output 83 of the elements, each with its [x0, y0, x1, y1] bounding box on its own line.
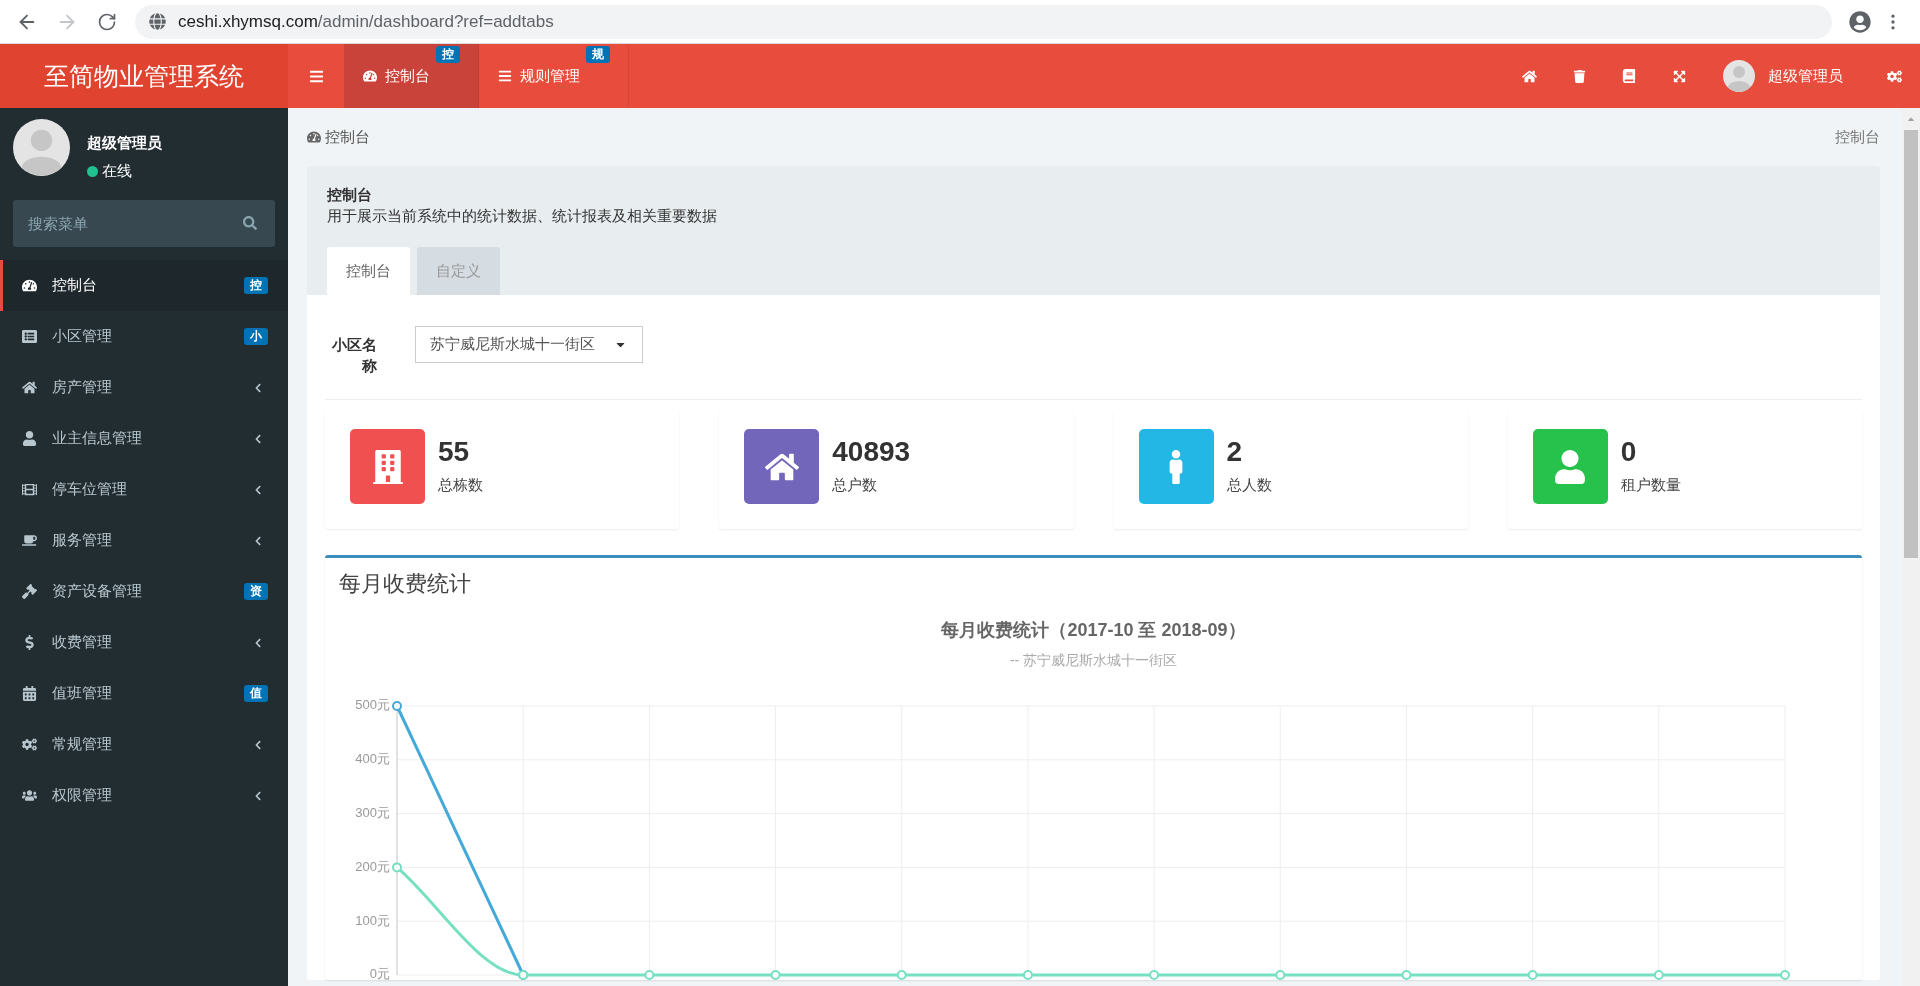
profile-icon[interactable]	[1849, 10, 1871, 33]
page-title: 控制台	[325, 127, 370, 147]
data-point	[392, 862, 402, 873]
reload-icon[interactable]	[97, 11, 117, 32]
book-icon	[1622, 69, 1636, 83]
list-icon	[22, 329, 37, 344]
app-logo-title: 至简物业管理系统	[0, 44, 288, 108]
filter-label: 小区名称	[331, 335, 377, 376]
menu-badge: 小	[244, 328, 268, 345]
avatar-icon	[13, 119, 70, 176]
chevron-icon	[253, 637, 263, 648]
chart-subtitle: -- 苏宁威尼斯水城十一街区	[1009, 652, 1178, 668]
tab-badge: 控	[436, 46, 460, 63]
menu-icon	[308, 68, 324, 84]
users-icon	[22, 788, 37, 803]
y-tick-label: 200元	[355, 858, 390, 874]
globe-icon	[149, 13, 166, 30]
menu-item[interactable]: 资产设备管理 资	[0, 566, 288, 617]
expand-icon	[1672, 69, 1686, 83]
stat-value: 0	[1620, 435, 1638, 469]
chevron-icon	[253, 790, 263, 801]
home-icon	[22, 380, 37, 395]
chevron-icon	[253, 433, 263, 444]
chevron-icon	[253, 382, 263, 393]
y-tick-label: 400元	[355, 751, 390, 767]
menu-item[interactable]: 值班管理 值	[0, 668, 288, 719]
panel-description: 用于展示当前系统中的统计数据、统计报表及相关重要数据	[327, 207, 718, 225]
gavel-icon	[22, 584, 37, 599]
search-field[interactable]: 搜索菜单	[13, 200, 275, 247]
calendar-icon	[22, 686, 37, 701]
menu-item[interactable]: 权限管理	[0, 770, 288, 821]
menu-badge: 控	[244, 277, 268, 294]
y-tick-label: 500元	[355, 697, 390, 713]
stat-value: 55	[438, 435, 471, 469]
list-icon	[498, 69, 512, 83]
panel-tab[interactable]: 控制台	[327, 247, 410, 295]
menu-item[interactable]: 房产管理	[0, 362, 288, 413]
gauge-icon	[363, 69, 377, 83]
y-tick-label: 300元	[355, 805, 390, 821]
y-tick-label: 100元	[355, 912, 390, 928]
cup-icon	[22, 533, 37, 548]
chevron-icon	[253, 484, 263, 495]
stat-label: 租户数量	[1620, 475, 1681, 495]
user-icon	[22, 431, 37, 446]
avatar-icon	[1723, 60, 1755, 92]
y-tick-label: 0元	[369, 966, 390, 980]
trash-icon	[1572, 69, 1586, 83]
gauge-icon	[307, 130, 321, 144]
chevron-icon	[253, 535, 263, 546]
nav-tab[interactable]: 控制台 控	[344, 44, 479, 108]
menu-item[interactable]: 停车位管理	[0, 464, 288, 515]
settings-icon	[1886, 68, 1902, 84]
stat-label: 总人数	[1226, 475, 1272, 495]
breadcrumb-item: 控制台	[1835, 127, 1880, 147]
address-bar[interactable]: ceshi.xhymsq.com/admin/dashboard?ref=addtabs	[135, 4, 1832, 39]
menu-item[interactable]: 收费管理	[0, 617, 288, 668]
data-point	[392, 701, 402, 711]
user-menu[interactable]: 超级管理员	[1704, 44, 1868, 108]
scrollbar-thumb[interactable]	[1904, 130, 1918, 558]
status-text: 在线	[102, 161, 132, 181]
gauge-icon	[22, 278, 37, 293]
stat-label: 总户数	[832, 475, 879, 495]
menu-item[interactable]: 控制台 控	[0, 260, 288, 311]
menu-badge: 值	[244, 685, 268, 702]
menu-item[interactable]: 小区管理 小	[0, 311, 288, 362]
gears-icon	[22, 737, 37, 752]
chart-card-title: 每月收费统计	[338, 570, 472, 597]
stat-label: 总栋数	[438, 475, 483, 495]
menu-item[interactable]: 常规管理	[0, 719, 288, 770]
chevron-icon	[253, 739, 263, 750]
menu-item[interactable]: 服务管理	[0, 515, 288, 566]
chart-title: 每月收费统计（2017-10 至 2018-09）	[941, 619, 1246, 641]
home-icon	[1521, 68, 1537, 84]
stat-value: 2	[1226, 435, 1244, 469]
tab-badge: 规	[586, 46, 610, 63]
stat-value: 40893	[832, 435, 911, 469]
menu-item[interactable]: 业主信息管理	[0, 413, 288, 464]
user-name: 超级管理员	[87, 133, 162, 153]
search-icon[interactable]	[243, 216, 257, 230]
film-icon	[22, 482, 37, 497]
menu-badge: 资	[244, 583, 268, 600]
community-select[interactable]: 苏宁威尼斯水城十一街区	[415, 326, 643, 363]
panel-title: 控制台	[327, 186, 373, 204]
